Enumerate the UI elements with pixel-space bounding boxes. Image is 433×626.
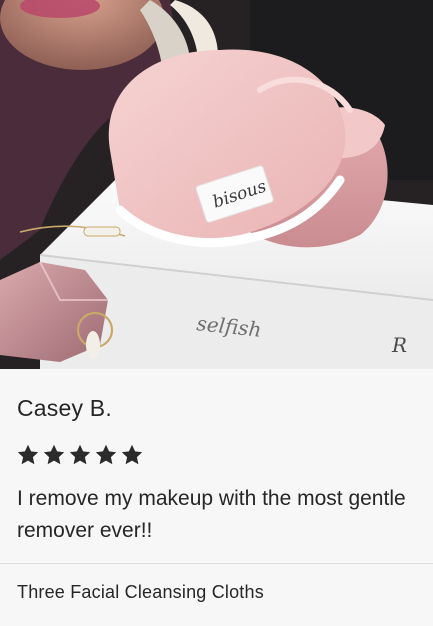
review-card: selfish R bisous Casey B. I remove my ma…	[0, 0, 433, 626]
review-photo[interactable]: selfish R bisous	[0, 0, 433, 369]
star-icon	[43, 444, 65, 465]
svg-text:R: R	[391, 333, 407, 357]
review-text: I remove my makeup with the most gentle …	[17, 487, 406, 542]
reviewer-name: Casey B.	[17, 395, 112, 421]
star-icon	[121, 444, 143, 465]
product-name-link[interactable]: Three Facial Cleansing Cloths	[17, 582, 264, 603]
star-icon	[69, 444, 91, 465]
star-rating	[16, 443, 144, 467]
product-photo-illustration: selfish R bisous	[0, 0, 433, 369]
star-icon	[17, 444, 39, 465]
star-icon	[95, 444, 117, 465]
divider	[0, 563, 433, 564]
review-body: Casey B. I remove my makeup with the mos…	[0, 369, 433, 626]
